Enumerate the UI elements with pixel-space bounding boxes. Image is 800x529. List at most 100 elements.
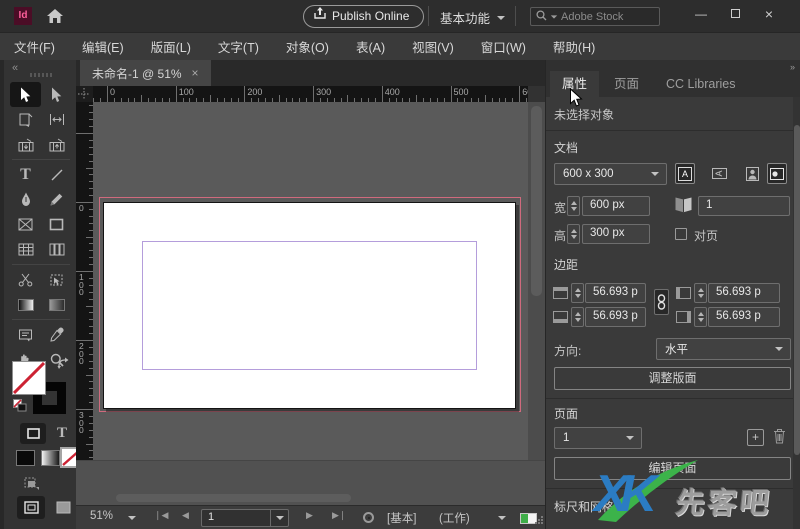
- adjust-layout-button[interactable]: 调整版面: [554, 367, 791, 390]
- menu-object[interactable]: 对象(O): [286, 37, 329, 56]
- height-stepper[interactable]: [567, 224, 580, 244]
- direct-selection-tool[interactable]: [41, 82, 72, 107]
- delete-page-button[interactable]: [773, 428, 786, 449]
- note-tool[interactable]: [10, 322, 41, 347]
- panel-grip[interactable]: [30, 73, 52, 77]
- vertical-scrollbar-thumb[interactable]: [531, 106, 542, 296]
- workspace-switcher[interactable]: 基本功能: [440, 8, 506, 27]
- screen-mode-normal-button[interactable]: [17, 496, 45, 519]
- column-grid-tool[interactable]: [41, 237, 72, 262]
- publish-online-button[interactable]: Publish Online: [303, 5, 425, 28]
- preflight-profile[interactable]: [基本]: [387, 510, 416, 526]
- resize-grip-icon[interactable]: [535, 515, 543, 527]
- pages-count-field[interactable]: 1: [698, 196, 790, 216]
- margin-top-field[interactable]: 56.693 p: [585, 283, 646, 303]
- minimize-button[interactable]: —: [690, 4, 712, 24]
- menu-file[interactable]: 文件(F): [14, 37, 55, 56]
- close-tab-icon[interactable]: ×: [192, 66, 199, 80]
- apply-color-button[interactable]: [16, 450, 35, 466]
- collapse-panel-icon[interactable]: «: [12, 62, 18, 74]
- search-input[interactable]: Adobe Stock: [530, 7, 660, 26]
- type-tool[interactable]: T: [10, 162, 41, 187]
- format-container-button[interactable]: [20, 423, 46, 444]
- preflight-menu-chevron-icon[interactable]: [498, 516, 506, 520]
- next-page-button[interactable]: ▶: [306, 510, 313, 521]
- home-icon[interactable]: [46, 7, 64, 25]
- format-text-button[interactable]: T: [50, 423, 74, 444]
- zoom-level[interactable]: 51%: [90, 510, 113, 522]
- gap-tool[interactable]: [41, 107, 72, 132]
- last-page-button[interactable]: ▶❘: [332, 510, 346, 521]
- menu-view[interactable]: 视图(V): [412, 37, 454, 56]
- menu-window[interactable]: 窗口(W): [481, 37, 526, 56]
- screen-mode-preview-button[interactable]: [49, 496, 77, 519]
- zoom-dropdown-chevron-icon[interactable]: [128, 516, 136, 520]
- view-options-icon[interactable]: [20, 474, 40, 495]
- tab-cc-libraries[interactable]: CC Libraries: [654, 71, 747, 97]
- vertical-ruler[interactable]: 0 100 200 300: [76, 102, 93, 460]
- margin-outer-field[interactable]: 56.693 p: [708, 307, 780, 327]
- width-stepper[interactable]: [567, 196, 580, 216]
- gradient-tool[interactable]: [10, 292, 41, 317]
- page-dropdown-chevron-icon[interactable]: [270, 510, 288, 526]
- facing-pages-checkbox[interactable]: [675, 228, 687, 240]
- horizontal-scrollbar-thumb[interactable]: [116, 494, 351, 502]
- preflight-icon[interactable]: [363, 512, 374, 523]
- page-size-dropdown[interactable]: 600 x 300: [554, 163, 667, 185]
- maximize-button[interactable]: [724, 4, 746, 24]
- swap-fill-stroke-icon[interactable]: [57, 357, 70, 373]
- margin-outer-stepper[interactable]: [694, 307, 707, 327]
- apply-gradient-button[interactable]: [41, 450, 60, 466]
- gradient-feather-tool[interactable]: [41, 292, 72, 317]
- tab-pages[interactable]: 页面: [602, 71, 651, 97]
- default-fill-stroke-icon[interactable]: [13, 399, 27, 417]
- margin-bottom-stepper[interactable]: [571, 307, 584, 327]
- ruler-origin-control[interactable]: [76, 86, 93, 102]
- content-collector-tool[interactable]: [10, 132, 41, 157]
- margin-inner-field[interactable]: 56.693 p: [708, 283, 780, 303]
- page-tool[interactable]: [10, 107, 41, 132]
- content-placer-tool[interactable]: [41, 132, 72, 157]
- page-number-field[interactable]: 1: [201, 509, 289, 527]
- margin-top-stepper[interactable]: [571, 283, 584, 303]
- doc-orientation-portrait-button[interactable]: A: [675, 163, 695, 184]
- rectangle-tool[interactable]: [41, 212, 72, 237]
- menu-table[interactable]: 表(A): [356, 37, 385, 56]
- width-field[interactable]: 600 px: [582, 196, 650, 216]
- margin-bottom-field[interactable]: 56.693 p: [585, 307, 646, 327]
- menu-layout[interactable]: 版面(L): [151, 37, 191, 56]
- expand-panels-icon[interactable]: »: [790, 62, 795, 72]
- line-tool[interactable]: [41, 162, 72, 187]
- menu-edit[interactable]: 编辑(E): [82, 37, 124, 56]
- document-tab[interactable]: 未命名-1 @ 51% ×: [80, 60, 211, 86]
- previous-page-button[interactable]: ◀: [182, 510, 189, 521]
- eyedropper-tool[interactable]: [41, 322, 72, 347]
- panel-scrollbar-thumb[interactable]: [794, 125, 800, 455]
- edit-pages-button[interactable]: 编辑页面: [554, 457, 791, 480]
- selection-tool[interactable]: [10, 82, 41, 107]
- free-transform-tool[interactable]: [41, 267, 72, 292]
- vertical-scrollbar[interactable]: [528, 102, 545, 460]
- panel-scrollbar[interactable]: [793, 97, 800, 529]
- doc-binding-landscape-button[interactable]: [767, 163, 787, 184]
- margin-inner-stepper[interactable]: [694, 283, 707, 303]
- pencil-tool[interactable]: [41, 187, 72, 212]
- pen-tool[interactable]: [10, 187, 41, 212]
- doc-orientation-landscape-button[interactable]: A: [710, 163, 730, 184]
- doc-binding-portrait-button[interactable]: [742, 163, 762, 184]
- add-page-button[interactable]: +: [747, 429, 764, 446]
- horizontal-ruler[interactable]: 0 100 200 300 400 500 600: [93, 86, 528, 102]
- pasteboard[interactable]: [93, 102, 528, 460]
- first-page-button[interactable]: ❘◀: [154, 510, 168, 521]
- fill-color-swatch[interactable]: [12, 361, 46, 395]
- close-button[interactable]: ×: [758, 4, 780, 24]
- orientation-dropdown[interactable]: 水平: [656, 338, 791, 360]
- frame-tool[interactable]: [10, 212, 41, 237]
- scissors-tool[interactable]: [10, 267, 41, 292]
- document-page[interactable]: [103, 202, 516, 409]
- current-page-dropdown[interactable]: 1: [554, 427, 642, 449]
- table-tool[interactable]: [10, 237, 41, 262]
- link-margins-button[interactable]: [654, 289, 669, 315]
- menu-type[interactable]: 文字(T): [218, 37, 259, 56]
- menu-help[interactable]: 帮助(H): [553, 37, 595, 56]
